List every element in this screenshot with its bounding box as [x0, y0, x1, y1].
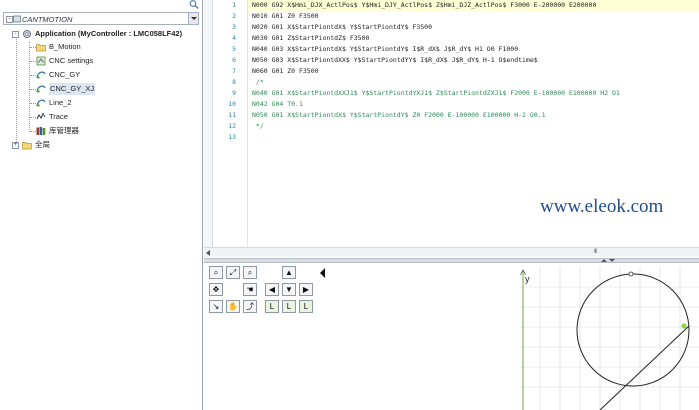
editor-gutter [204, 0, 213, 247]
view-l2-icon[interactable]: L [282, 300, 296, 313]
tree-item-label: CNC settings [49, 56, 94, 65]
library-manager-icon [36, 127, 46, 135]
line-numbers: 1 2 3 4 5 6 7 8 9 10 11 12 13 [213, 0, 239, 247]
collapse-toolbar-icon[interactable] [320, 268, 325, 278]
code-line[interactable]: N040 G03 X$StartPiontdX$ Y$StartPiontdY$… [248, 44, 699, 55]
tree-item-label: 库管理器 [49, 126, 79, 135]
tree-expander[interactable]: - [6, 16, 13, 23]
line-number: 13 [228, 133, 236, 141]
project-tree-pane: - CANTMOTION - Application (MyController… [0, 0, 203, 410]
line-number: 5 [232, 45, 236, 53]
cnc-program-icon [36, 99, 46, 107]
tree-item-label: Line_2 [49, 98, 72, 107]
code-line[interactable]: N042 G04 T0.1 [248, 99, 699, 110]
find-icon[interactable] [189, 0, 199, 9]
code-line[interactable]: /* [248, 77, 699, 88]
y-axis-label: y [525, 274, 530, 284]
scroll-grip[interactable]: III [594, 249, 604, 255]
code-line[interactable]: */ [248, 121, 699, 132]
tree-item-label: 全局 [35, 140, 50, 149]
tree-root-label: CANTMOTION [22, 15, 73, 24]
cnc-program-icon [36, 71, 46, 79]
code-line[interactable]: N020 G01 X$StartPiontdX$ Y$StartPiontdY$… [248, 22, 699, 33]
line-number: 4 [232, 34, 236, 42]
pan-icon[interactable]: ✥ [209, 283, 223, 296]
application-icon [22, 29, 32, 39]
cnc-path-viewer[interactable]: ⌕ ⤢ ⌕ ▲ ✥ ☚ ◀ ▼ ▶ ↘ ✋ ⤴ L L L y [204, 263, 699, 410]
line-number: 8 [232, 78, 236, 86]
tree-item-b-motion[interactable]: B_Motion [0, 41, 200, 53]
tree-item-cnc-settings[interactable]: CNC settings [0, 55, 200, 67]
code-line[interactable]: N000 G92 X$Hmi_DJX_ActlPos$ Y$Hmi_DJY_Ac… [248, 0, 699, 11]
linear-toolpath [599, 325, 690, 410]
tree-item-line-2[interactable]: Line_2 [0, 97, 200, 109]
cnc-settings-icon [36, 56, 46, 66]
tree-item-label: B_Motion [49, 42, 81, 51]
splitter-up-arrow-icon[interactable] [601, 259, 607, 262]
code-line[interactable]: N010 G01 Z0 F3500 [248, 11, 699, 22]
line-number: 9 [232, 89, 236, 97]
line-number: 1 [232, 1, 236, 9]
tree-expander[interactable]: + [12, 142, 19, 149]
tree-item-cnc-gy[interactable]: CNC_GY [0, 69, 200, 81]
zoom-fit-icon[interactable]: ⤢ [226, 266, 240, 279]
cursor-icon[interactable]: ▲ [282, 266, 296, 279]
trace-icon [36, 112, 46, 120]
code-line[interactable]: N050 G01 X$StartPiontdX$ Y$StartPiontdY$… [248, 110, 699, 121]
folder-icon [22, 142, 32, 150]
editor-horizontal-scrollbar[interactable]: III [204, 247, 699, 257]
tree-expander[interactable]: - [12, 31, 19, 38]
controller-icon [13, 15, 21, 23]
tree-item-label: Application (MyController : LMC058LF42) [35, 29, 183, 38]
hand-icon[interactable]: ☚ [243, 283, 257, 296]
code-editor[interactable]: 1 2 3 4 5 6 7 8 9 10 11 12 13 N000 G92 X… [204, 0, 699, 258]
splitter-down-arrow-icon[interactable] [609, 259, 615, 262]
zoom-in-icon[interactable]: ⌕ [209, 266, 223, 279]
code-line[interactable]: N060 G01 Z0 F3500 [248, 66, 699, 77]
hand-select-icon[interactable]: ✋ [226, 300, 240, 313]
path-plot[interactable]: y [520, 267, 699, 410]
folder-icon [36, 44, 46, 52]
line-number: 2 [232, 12, 236, 20]
line-number: 10 [228, 100, 236, 108]
tree-item-label: CNC_GY [49, 70, 81, 79]
code-line[interactable] [248, 132, 699, 143]
plot-grid [520, 267, 699, 410]
scroll-left-arrow-icon[interactable] [206, 250, 210, 256]
tree-item-cnc-gy-xj[interactable]: CNC_GY_XJ [0, 83, 200, 95]
step-forward-icon[interactable]: ▶ [299, 283, 313, 296]
line-number: 3 [232, 23, 236, 31]
cnc-program-icon [36, 85, 46, 93]
viewer-toolbar: ⌕ ⤢ ⌕ ▲ ✥ ☚ ◀ ▼ ▶ ↘ ✋ ⤴ L L L [207, 265, 327, 317]
view-l1-icon[interactable]: L [265, 300, 279, 313]
line-number: 6 [232, 56, 236, 64]
view-l3-icon[interactable]: L [299, 300, 313, 313]
tree-item-global[interactable]: + 全局 [0, 139, 200, 151]
line-number: 11 [228, 111, 236, 119]
combo-dropdown-button[interactable] [188, 13, 198, 24]
code-line[interactable]: N050 G03 X$StartPiontdXX$ Y$StartPiontdY… [248, 55, 699, 66]
path-start-marker [628, 271, 634, 277]
step-back-icon[interactable]: ◀ [265, 283, 279, 296]
circular-toolpath [576, 273, 690, 387]
path-icon[interactable]: ↘ [209, 300, 223, 313]
code-line[interactable]: N040 G01 X$StartPiontdXXJ1$ Y$StartPiont… [248, 88, 699, 99]
curve-icon[interactable]: ⤴ [243, 300, 257, 313]
line-number: 7 [232, 67, 236, 75]
code-line[interactable]: N030 G01 Z$StartPiontdZ$ F3500 [248, 33, 699, 44]
current-position-marker [681, 323, 687, 329]
zoom-out-icon[interactable]: ⌕ [243, 266, 257, 279]
tree-root-combo[interactable]: - CANTMOTION [3, 12, 199, 25]
line-number: 12 [228, 122, 236, 130]
tree-item-label: CNC_GY_XJ [49, 83, 96, 95]
tree-item-library-manager[interactable]: 库管理器 [0, 125, 200, 137]
tree-item-label: Trace [49, 112, 68, 121]
watermark-text: www.eleok.com [540, 196, 664, 217]
step-down-icon[interactable]: ▼ [282, 283, 296, 296]
tree-item-application[interactable]: - Application (MyController : LMC058LF42… [0, 28, 200, 40]
tree-item-trace[interactable]: Trace [0, 111, 200, 123]
tree-toolbar [0, 0, 202, 11]
